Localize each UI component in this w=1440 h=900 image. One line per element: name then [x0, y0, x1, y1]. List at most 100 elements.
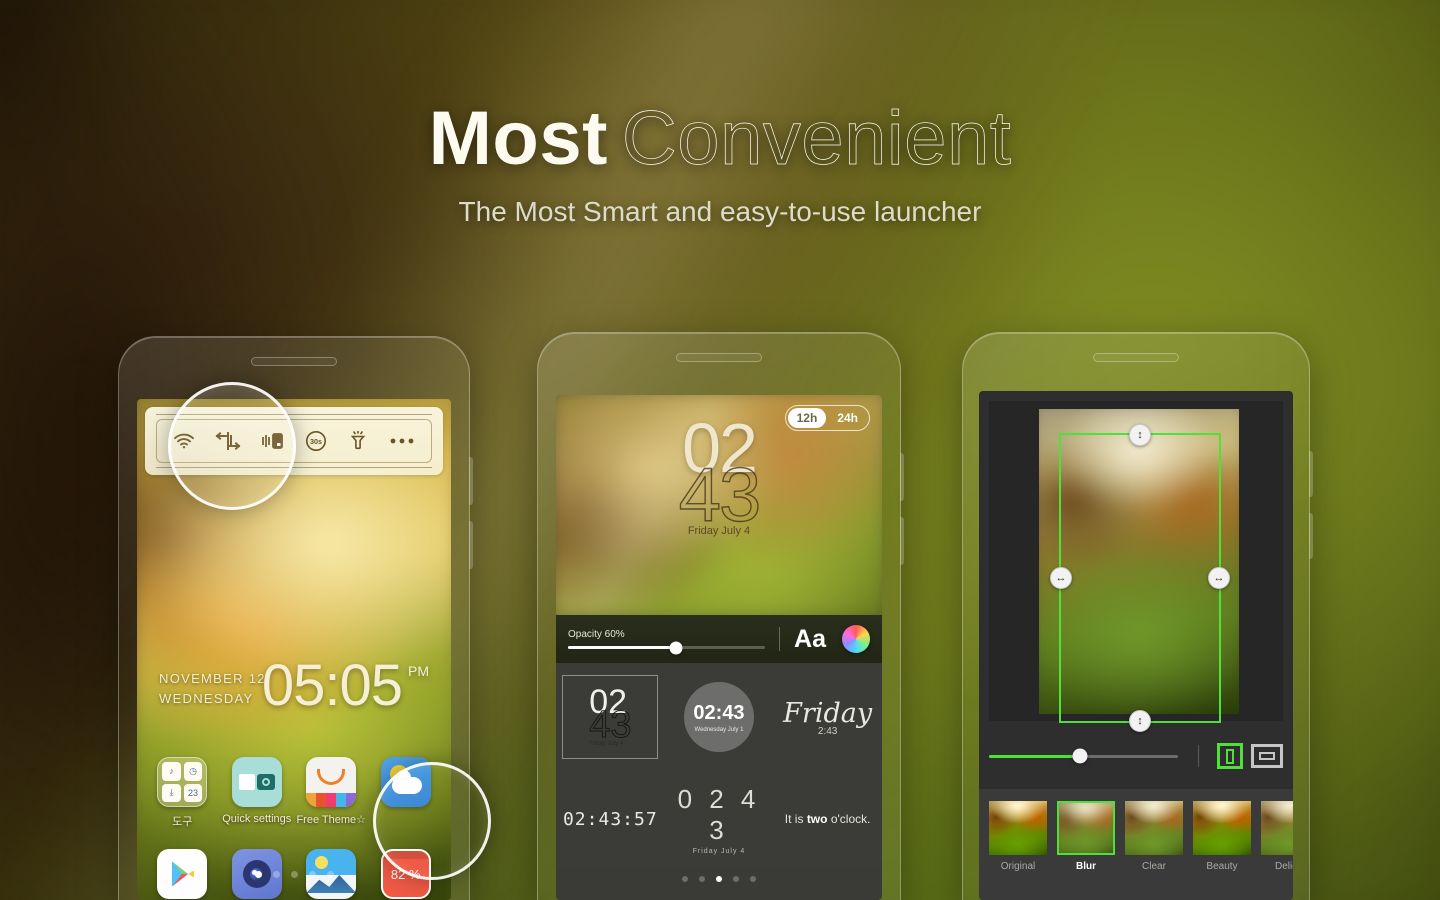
filter-label: Delicio — [1274, 861, 1293, 872]
crop-handle-top[interactable]: ↕ — [1129, 424, 1151, 446]
clock-style-circle[interactable]: 02:43 Wednesday July 1 — [671, 675, 767, 759]
filter-label: Blur — [1076, 861, 1096, 872]
app-item-weather[interactable] — [369, 757, 444, 829]
app-item-free-theme[interactable]: Free Theme☆ — [294, 757, 369, 829]
filter-thumbnail — [989, 801, 1047, 855]
page-indicator-2[interactable] — [556, 876, 882, 882]
quick-settings-panel[interactable]: 30s — [145, 407, 443, 475]
flashlight-icon[interactable] — [347, 431, 369, 451]
volume-button[interactable] — [469, 457, 473, 505]
crop-selection-box[interactable]: ↕ ↔ ↔ ↕ — [1050, 424, 1230, 732]
filter-thumbnail — [1261, 801, 1293, 855]
clock-widget[interactable]: 05:05 PM — [262, 657, 429, 715]
folder-mini-music-icon: ♪ — [162, 762, 181, 781]
app-label: Free Theme☆ — [296, 814, 367, 826]
clock-style-led[interactable]: 02:43:57 — [562, 777, 658, 861]
opacity-control[interactable]: Opacity 60% — [568, 629, 766, 654]
lockscreen-preview: 12h 24h 02 43 Friday July 4 — [556, 395, 882, 615]
earpiece-speaker — [251, 357, 337, 366]
crop-handle-bottom[interactable]: ↕ — [1129, 710, 1151, 732]
date-widget[interactable]: NOVEMBER 12 WEDNESDAY — [159, 671, 266, 706]
app-item-folder[interactable]: ♪ ◷ ⤓ 23 도구 — [145, 757, 220, 829]
orientation-portrait-button[interactable] — [1217, 743, 1243, 769]
vibrate-icon[interactable] — [261, 432, 285, 450]
style-date: Friday July 4 — [692, 847, 746, 855]
filter-thumbnail — [1125, 801, 1183, 855]
opacity-label: Opacity 60% — [568, 629, 625, 640]
phone-device-1: 30s NOVEMBER 12 WEDNESDAY 05:05 PM ♪ ◷ ⤓… — [118, 336, 473, 900]
filter-item-beauty[interactable]: Beauty — [1193, 801, 1251, 872]
clock-style-row-1: 02 43 Friday July 4 02:43 Wednesday July… — [556, 663, 882, 771]
earpiece-speaker — [676, 353, 762, 362]
clock-time: 05:05 — [261, 653, 403, 718]
opacity-slider-fill — [568, 646, 677, 649]
quick-settings-icon — [231, 757, 282, 807]
zoom-slider-track[interactable] — [989, 748, 1178, 764]
lock-date: Friday July 4 — [687, 525, 751, 537]
opacity-slider-track[interactable] — [568, 641, 766, 654]
style-time: 02:43 — [693, 701, 745, 724]
theme-store-icon — [306, 757, 357, 807]
filter-item-delicious[interactable]: Delicio — [1261, 801, 1293, 872]
more-icon[interactable] — [389, 437, 415, 445]
folder-mini-calendar-icon: 23 — [183, 783, 203, 802]
volume-button[interactable] — [1309, 451, 1313, 497]
divider — [1198, 745, 1199, 767]
power-button[interactable] — [1309, 513, 1313, 559]
font-button[interactable]: Aa — [794, 625, 826, 654]
style-weekday: Friday — [783, 697, 873, 729]
phone-device-2: 12h 24h 02 43 Friday July 4 Opacity 60% … — [537, 332, 904, 900]
zoom-slider-knob[interactable] — [1072, 748, 1088, 764]
style-time: 02:43:57 — [562, 808, 658, 830]
clock-style-stacked[interactable]: 02 43 Friday July 4 — [562, 675, 659, 759]
clock-style-spaced[interactable]: 0 2 4 3 Friday July 4 — [671, 777, 767, 861]
filter-label: Original — [1000, 861, 1036, 872]
style-words-suffix: o'clock. — [827, 812, 871, 826]
clock-ampm: PM — [408, 663, 429, 679]
cleaner-percent-badge: 82 % — [390, 866, 421, 882]
power-button[interactable] — [900, 517, 904, 565]
style-words-prefix: It is — [784, 812, 807, 826]
wifi-icon[interactable] — [173, 433, 195, 449]
crop-handle-right[interactable]: ↔ — [1208, 567, 1230, 589]
phone-device-3: ↕ ↔ ↔ ↕ Original Blur Clear Beauty Deli — [962, 332, 1313, 900]
volume-button[interactable] — [900, 453, 904, 501]
lockscreen-clock: 02 43 Friday July 4 — [556, 413, 882, 538]
data-transfer-icon[interactable] — [215, 432, 241, 450]
filter-label: Beauty — [1206, 861, 1238, 872]
crop-handle-left[interactable]: ↔ — [1050, 567, 1072, 589]
headline-block: Most Convenient The Most Smart and easy-t… — [0, 96, 1440, 228]
opacity-slider-knob[interactable] — [669, 641, 683, 654]
clock-style-row-2: 02:43:57 0 2 4 3 Friday July 4 It is two… — [556, 771, 882, 867]
clock-style-script[interactable]: Friday 2:43 — [780, 675, 876, 759]
app-item-quick-settings[interactable]: Quick settings — [220, 757, 295, 829]
lock-minute: 43 — [678, 453, 762, 538]
title-thin-word: Convenient — [621, 96, 1012, 182]
filter-strip[interactable]: Original Blur Clear Beauty Delicio — [979, 789, 1293, 900]
orientation-landscape-button[interactable] — [1251, 744, 1283, 768]
app-label: Quick settings — [222, 813, 292, 825]
folder-icon: ♪ ◷ ⤓ 23 — [157, 757, 208, 807]
power-button[interactable] — [469, 521, 473, 569]
screen-timeout-icon[interactable]: 30s — [305, 430, 327, 452]
filter-item-original[interactable]: Original — [989, 801, 1047, 872]
page-subtitle: The Most Smart and easy-to-use launcher — [458, 196, 982, 227]
color-wheel-icon[interactable] — [842, 625, 870, 653]
date-line-weekday: WEDNESDAY — [159, 691, 254, 706]
wallpaper-crop-stage: ↕ ↔ ↔ ↕ — [989, 401, 1283, 732]
filter-item-blur[interactable]: Blur — [1057, 801, 1115, 872]
folder-mini-clock-icon: ◷ — [183, 762, 203, 781]
phone3-screen: ↕ ↔ ↔ ↕ Original Blur Clear Beauty Deli — [979, 391, 1293, 900]
svg-text:30s: 30s — [310, 437, 322, 446]
app-grid: ♪ ◷ ⤓ 23 도구 Quick settings Free Theme☆ 8… — [145, 757, 443, 900]
filter-thumbnail — [1057, 801, 1115, 855]
crop-control-row — [989, 736, 1283, 776]
style-digits: 0 2 4 3 — [677, 783, 761, 845]
quick-settings-toggles[interactable]: 30s — [156, 419, 432, 463]
filter-thumbnail — [1193, 801, 1251, 855]
date-line-month: NOVEMBER 12 — [159, 671, 266, 686]
divider — [779, 627, 781, 651]
weather-icon — [380, 757, 431, 807]
filter-item-clear[interactable]: Clear — [1125, 801, 1183, 872]
clock-style-words[interactable]: It is two o'clock. — [780, 777, 876, 861]
